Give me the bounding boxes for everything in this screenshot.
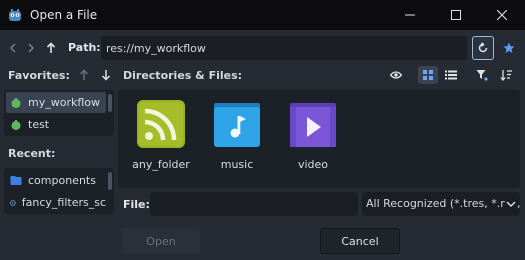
cancel-button[interactable]: Cancel [320, 228, 400, 254]
music-folder-icon [214, 103, 260, 147]
folder-green-icon [11, 97, 21, 108]
file-item-label: music [220, 158, 254, 171]
sort-button[interactable] [498, 67, 514, 83]
maximize-button[interactable] [433, 0, 479, 30]
minimize-button[interactable] [387, 0, 433, 30]
list-view-button[interactable] [443, 67, 459, 83]
file-item[interactable]: music [199, 98, 275, 171]
recent-item[interactable]: components [6, 170, 106, 191]
open-button[interactable]: Open [122, 228, 200, 254]
favorites-title: Favorites: [8, 69, 70, 82]
minimize-icon [405, 14, 415, 16]
rss-folder-icon [137, 100, 185, 148]
folder-green-icon [11, 119, 21, 130]
favorite-item[interactable]: test [6, 114, 106, 135]
forward-button[interactable] [24, 39, 38, 57]
file-filter-value: All Recognized (*.tres, *.res, [366, 197, 520, 210]
eye-icon [390, 71, 402, 79]
favorite-item[interactable]: my_workflow [6, 92, 106, 113]
chevron-left-icon [10, 43, 16, 53]
folder-blue-icon [10, 175, 22, 185]
recent-item-label: components [28, 174, 96, 187]
close-icon [497, 10, 507, 20]
filter-icon [476, 70, 488, 81]
recent-item-label: fancy_filters_sc [21, 196, 106, 209]
file-item-label: video [297, 158, 329, 171]
back-button[interactable] [6, 39, 20, 57]
go-up-button[interactable] [44, 39, 58, 57]
recent-list: components fancy_filters_sc [4, 168, 114, 214]
path-toolbar: Path: [0, 36, 525, 60]
files-panel: any_folder music video [118, 90, 520, 188]
chevron-down-icon [505, 198, 517, 210]
godot-logo-icon [9, 9, 21, 21]
refresh-icon [478, 42, 488, 53]
arrow-up-icon [79, 69, 89, 80]
recent-title: Recent: [8, 147, 56, 160]
recent-scrollbar[interactable] [108, 172, 112, 190]
sort-icon [500, 70, 512, 81]
toggle-hidden-files-button[interactable] [388, 67, 404, 83]
favorite-item-label: test [28, 118, 50, 131]
maximize-icon [451, 10, 461, 20]
file-name-input[interactable] [150, 192, 358, 216]
favorite-item-label: my_workflow [28, 96, 100, 109]
favorites-scrollbar[interactable] [108, 94, 112, 112]
recent-item[interactable]: fancy_filters_sc [6, 192, 106, 213]
filter-button[interactable] [474, 67, 490, 83]
path-label: Path: [68, 41, 101, 54]
window-title: Open a File [30, 8, 98, 22]
files-title: Directories & Files: [123, 69, 243, 82]
path-input[interactable] [101, 36, 467, 60]
grid-icon [423, 70, 433, 80]
file-item-label: any_folder [132, 158, 190, 171]
file-item[interactable]: any_folder [123, 98, 199, 171]
file-label: File: [123, 198, 150, 211]
list-icon [445, 70, 457, 80]
arrow-down-icon [101, 70, 111, 81]
move-favorite-up-button[interactable] [76, 67, 92, 83]
refresh-button[interactable] [472, 36, 494, 60]
star-icon [503, 42, 515, 53]
resource-icon [10, 199, 16, 206]
chevron-right-icon [28, 43, 34, 53]
move-favorite-down-button[interactable] [98, 67, 114, 83]
file-item[interactable]: video [275, 98, 351, 171]
favorites-list: my_workflow test [4, 90, 114, 136]
close-button[interactable] [479, 0, 525, 30]
arrow-up-icon [46, 42, 56, 53]
grid-view-button[interactable] [418, 66, 438, 84]
video-folder-icon [290, 103, 336, 147]
favorite-toggle-button[interactable] [498, 36, 520, 60]
title-bar: Open a File [0, 0, 525, 30]
file-filter-select[interactable]: All Recognized (*.tres, *.res, [362, 192, 520, 216]
